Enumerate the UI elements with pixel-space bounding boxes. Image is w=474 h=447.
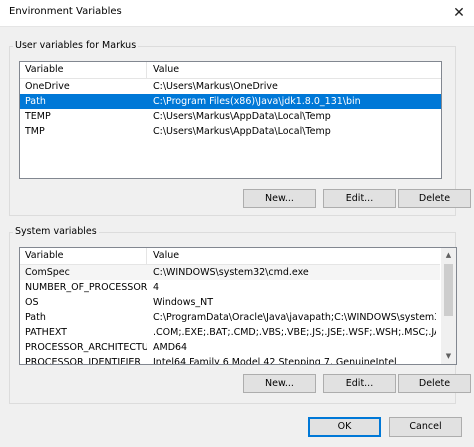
- variable-name: Path: [25, 96, 46, 107]
- variable-name: TEMP: [25, 111, 51, 122]
- system-new-button[interactable]: New...: [243, 374, 316, 393]
- system-variables-list[interactable]: Variable Value ComSpec C:\WINDOWS\system…: [19, 247, 457, 365]
- variable-name: PATHEXT: [25, 327, 67, 338]
- scroll-thumb[interactable]: [444, 264, 453, 316]
- variable-value: C:\Users\Markus\AppData\Local\Temp: [153, 111, 331, 122]
- list-item[interactable]: PROCESSOR_IDENTIFIER Intel64 Family 6 Mo…: [20, 355, 440, 365]
- variable-value: C:\ProgramData\Oracle\Java\javapath;C:\W…: [153, 312, 436, 323]
- variable-value: C:\WINDOWS\system32\cmd.exe: [153, 267, 309, 278]
- variable-name: ComSpec: [25, 267, 70, 278]
- column-header-value[interactable]: Value: [148, 248, 440, 264]
- variable-name: Path: [25, 312, 46, 323]
- system-variables-label: System variables: [13, 226, 99, 237]
- scroll-down-icon[interactable]: ▼: [441, 349, 456, 364]
- close-icon[interactable]: ✕: [444, 0, 474, 26]
- user-variables-label: User variables for Markus: [13, 40, 139, 51]
- list-item[interactable]: NUMBER_OF_PROCESSORS 4: [20, 280, 440, 295]
- title-bar: Environment Variables ✕: [0, 0, 474, 27]
- system-list-header: Variable Value: [20, 248, 440, 265]
- variable-name: OS: [25, 297, 39, 308]
- user-delete-button[interactable]: Delete: [398, 189, 471, 208]
- variable-value: Windows_NT: [153, 297, 214, 308]
- column-header-variable[interactable]: Variable: [20, 248, 147, 264]
- list-item[interactable]: OS Windows_NT: [20, 295, 440, 310]
- system-edit-button[interactable]: Edit...: [323, 374, 396, 393]
- variable-value: AMD64: [153, 342, 188, 353]
- variable-value: .COM;.EXE;.BAT;.CMD;.VBS;.VBE;.JS;.JSE;.…: [153, 327, 436, 338]
- variable-value: C:\Users\Markus\OneDrive: [153, 81, 278, 92]
- column-header-value[interactable]: Value: [148, 62, 441, 78]
- user-variables-list[interactable]: Variable Value OneDrive C:\Users\Markus\…: [19, 61, 442, 179]
- list-item[interactable]: Path C:\ProgramData\Oracle\Java\javapath…: [20, 310, 440, 325]
- user-edit-button[interactable]: Edit...: [323, 189, 396, 208]
- list-item[interactable]: OneDrive C:\Users\Markus\OneDrive: [20, 79, 441, 94]
- list-item[interactable]: TMP C:\Users\Markus\AppData\Local\Temp: [20, 124, 441, 139]
- vertical-scrollbar[interactable]: ▲ ▼: [441, 248, 456, 364]
- column-header-variable[interactable]: Variable: [20, 62, 147, 78]
- variable-name: PROCESSOR_IDENTIFIER: [25, 357, 142, 365]
- variable-name: OneDrive: [25, 81, 70, 92]
- variable-value: C:\Program Files(x86)\Java\jdk1.8.0_131\…: [153, 96, 361, 107]
- system-delete-button[interactable]: Delete: [398, 374, 471, 393]
- variable-name: TMP: [25, 126, 45, 137]
- ok-button[interactable]: OK: [308, 417, 381, 437]
- user-new-button[interactable]: New...: [243, 189, 316, 208]
- variable-name: NUMBER_OF_PROCESSORS: [25, 282, 147, 293]
- cancel-button[interactable]: Cancel: [389, 417, 462, 437]
- list-item-selected[interactable]: Path C:\Program Files(x86)\Java\jdk1.8.0…: [20, 94, 441, 109]
- user-list-header: Variable Value: [20, 62, 441, 79]
- variable-value: 4: [153, 282, 160, 293]
- list-item[interactable]: PATHEXT .COM;.EXE;.BAT;.CMD;.VBS;.VBE;.J…: [20, 325, 440, 340]
- window-title: Environment Variables: [9, 6, 122, 17]
- list-item[interactable]: TEMP C:\Users\Markus\AppData\Local\Temp: [20, 109, 441, 124]
- scroll-up-icon[interactable]: ▲: [441, 248, 456, 263]
- variable-value: Intel64 Family 6 Model 42 Stepping 7, Ge…: [153, 357, 397, 365]
- list-item[interactable]: ComSpec C:\WINDOWS\system32\cmd.exe: [20, 265, 440, 280]
- variable-value: C:\Users\Markus\AppData\Local\Temp: [153, 126, 331, 137]
- list-item[interactable]: PROCESSOR_ARCHITECTURE AMD64: [20, 340, 440, 355]
- variable-name: PROCESSOR_ARCHITECTURE: [25, 342, 147, 353]
